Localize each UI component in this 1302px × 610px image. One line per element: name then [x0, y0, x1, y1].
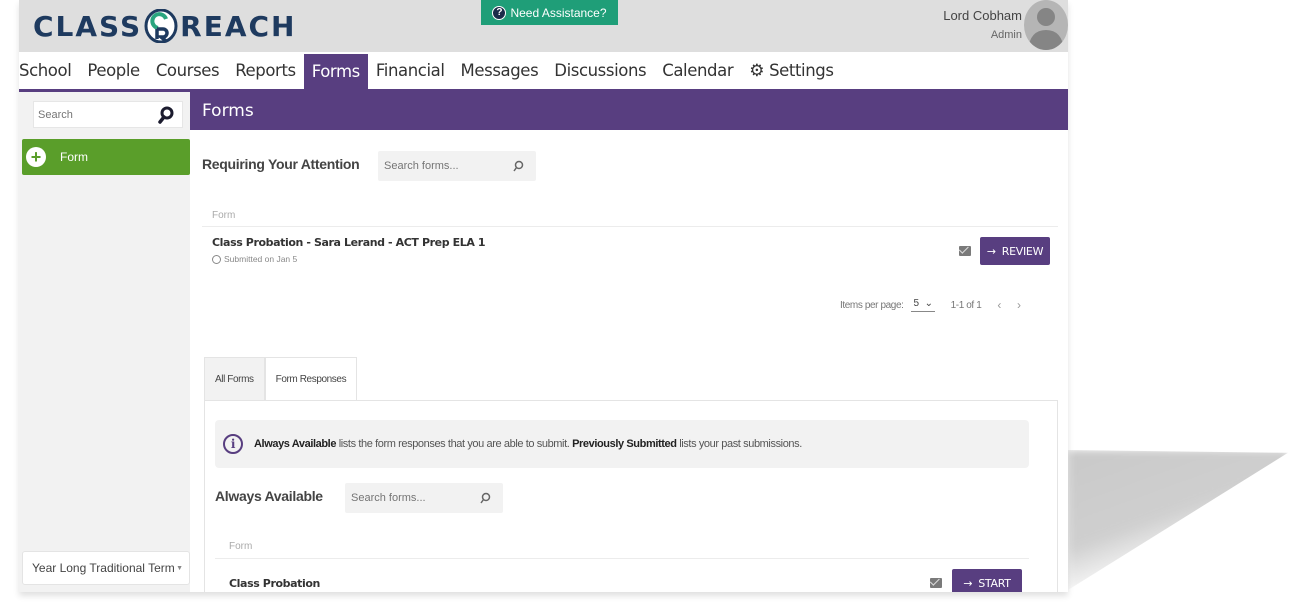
- classreach-logo[interactable]: CLASS REACH: [33, 6, 296, 46]
- user-name: Lord Cobham: [943, 8, 1022, 23]
- tab-form-responses[interactable]: Form Responses: [264, 357, 358, 401]
- items-per-page-label: Items per page:: [840, 299, 904, 311]
- requiring-search: [378, 151, 536, 181]
- info-icon: i: [223, 434, 243, 454]
- always-available-search-input[interactable]: [351, 492, 471, 504]
- review-button[interactable]: → REVIEW: [980, 237, 1050, 265]
- chevron-down-icon: ⌄: [924, 298, 933, 309]
- nav-item-school[interactable]: School: [19, 52, 79, 89]
- add-form-label: Form: [60, 150, 88, 164]
- main-content: Forms Requiring Your Attention Form Clas…: [190, 92, 1068, 592]
- nav-item-settings-label: Settings: [769, 61, 834, 80]
- sidebar-search-input[interactable]: [38, 108, 158, 121]
- review-button-label: REVIEW: [1001, 244, 1044, 258]
- user-role: Admin: [990, 29, 1022, 41]
- nav-item-reports[interactable]: Reports: [227, 52, 304, 89]
- requiring-search-input[interactable]: [384, 160, 504, 172]
- term-select[interactable]: Year Long Traditional Term ▼: [22, 551, 190, 585]
- requiring-column-header: Form: [212, 210, 236, 221]
- start-button-label: START: [978, 576, 1011, 590]
- question-circle-icon: ?: [492, 5, 507, 20]
- user-silhouette-icon: [1028, 8, 1064, 50]
- need-assistance-button[interactable]: ? Need Assistance?: [481, 0, 618, 25]
- always-available-row-title[interactable]: Class Probation: [229, 577, 320, 590]
- previous-page-icon[interactable]: ‹: [997, 298, 1001, 312]
- need-assistance-label: Need Assistance?: [510, 5, 607, 20]
- table-header-divider: [215, 558, 1029, 559]
- app-window: CLASS REACH ? Need Assistance? Lord Cobh…: [19, 0, 1068, 592]
- info-bold-always-available: Always Available: [254, 438, 337, 450]
- start-button[interactable]: → START: [952, 569, 1022, 592]
- tab-all-forms[interactable]: All Forms: [204, 357, 265, 401]
- form-responses-panel: i Always Available lists the form respon…: [204, 400, 1058, 592]
- search-icon[interactable]: [158, 106, 174, 124]
- info-text-2: lists your past submissions.: [676, 438, 802, 450]
- caret-down-icon: ▼: [176, 565, 183, 572]
- page-title-bar: Forms: [190, 92, 1068, 130]
- sidebar: + Form Year Long Traditional Term ▼: [19, 92, 190, 592]
- nav-item-messages[interactable]: Messages: [453, 52, 547, 89]
- always-available-search: [345, 483, 503, 513]
- avatar[interactable]: [1024, 0, 1068, 50]
- clock-icon: [212, 254, 221, 264]
- top-header: CLASS REACH ? Need Assistance? Lord Cobh…: [19, 0, 1068, 52]
- logo-text-right: REACH: [180, 9, 297, 43]
- search-icon[interactable]: [512, 160, 524, 172]
- nav-item-forms[interactable]: Forms: [303, 54, 368, 89]
- nav-item-calendar[interactable]: Calendar: [654, 52, 741, 89]
- always-available-column-header: Form: [229, 541, 253, 552]
- nav-item-people[interactable]: People: [79, 52, 147, 89]
- requiring-row-subtitle: Submitted on Jan 5: [212, 254, 297, 264]
- nav-item-settings[interactable]: ⚙ Settings: [741, 52, 841, 89]
- logo-text-left: CLASS: [33, 9, 143, 43]
- requiring-attention-title: Requiring Your Attention: [202, 156, 360, 172]
- main-nav: School People Courses Reports Forms Fina…: [19, 52, 1068, 92]
- arrow-right-icon: →: [963, 576, 973, 590]
- arrow-right-icon: →: [986, 244, 996, 258]
- info-bold-previously-submitted: Previously Submitted: [572, 438, 677, 450]
- user-info[interactable]: Lord Cobham Admin: [943, 8, 1022, 41]
- table-header-divider: [202, 226, 1058, 227]
- nav-item-courses[interactable]: Courses: [148, 52, 227, 89]
- next-page-icon[interactable]: ›: [1017, 298, 1021, 312]
- forms-tabs: All Forms Form Responses: [204, 357, 358, 401]
- page-range: 1-1 of 1: [950, 299, 982, 311]
- submitted-date: Submitted on Jan 5: [224, 254, 298, 264]
- sidebar-search: [33, 101, 183, 128]
- info-banner: i Always Available lists the form respon…: [215, 420, 1029, 468]
- info-text: Always Available lists the form response…: [254, 438, 802, 450]
- requiring-row-title[interactable]: Class Probation - Sara Lerand - ACT Prep…: [212, 236, 486, 249]
- items-per-page-select[interactable]: 5 ⌄: [911, 298, 935, 312]
- search-icon[interactable]: [479, 492, 491, 504]
- term-select-value: Year Long Traditional Term: [32, 561, 175, 575]
- logo-mark-icon: [144, 8, 178, 44]
- always-available-title: Always Available: [215, 488, 323, 504]
- paginator: Items per page: 5 ⌄ 1-1 of 1 ‹ ›: [840, 298, 1021, 312]
- mail-icon[interactable]: [959, 246, 971, 256]
- page-title: Forms: [202, 101, 254, 121]
- screen: CLASS REACH ? Need Assistance? Lord Cobh…: [0, 0, 1302, 610]
- gear-icon: ⚙: [749, 60, 765, 81]
- info-text-1: lists the form responses that you are ab…: [336, 438, 573, 450]
- add-form-button[interactable]: + Form: [22, 139, 190, 175]
- mail-icon[interactable]: [930, 578, 942, 588]
- page-drop-shadow: [1068, 450, 1288, 590]
- nav-item-discussions[interactable]: Discussions: [546, 52, 654, 89]
- plus-circle-icon: +: [26, 147, 46, 167]
- nav-item-financial[interactable]: Financial: [368, 52, 453, 89]
- items-per-page-value: 5: [913, 298, 919, 309]
